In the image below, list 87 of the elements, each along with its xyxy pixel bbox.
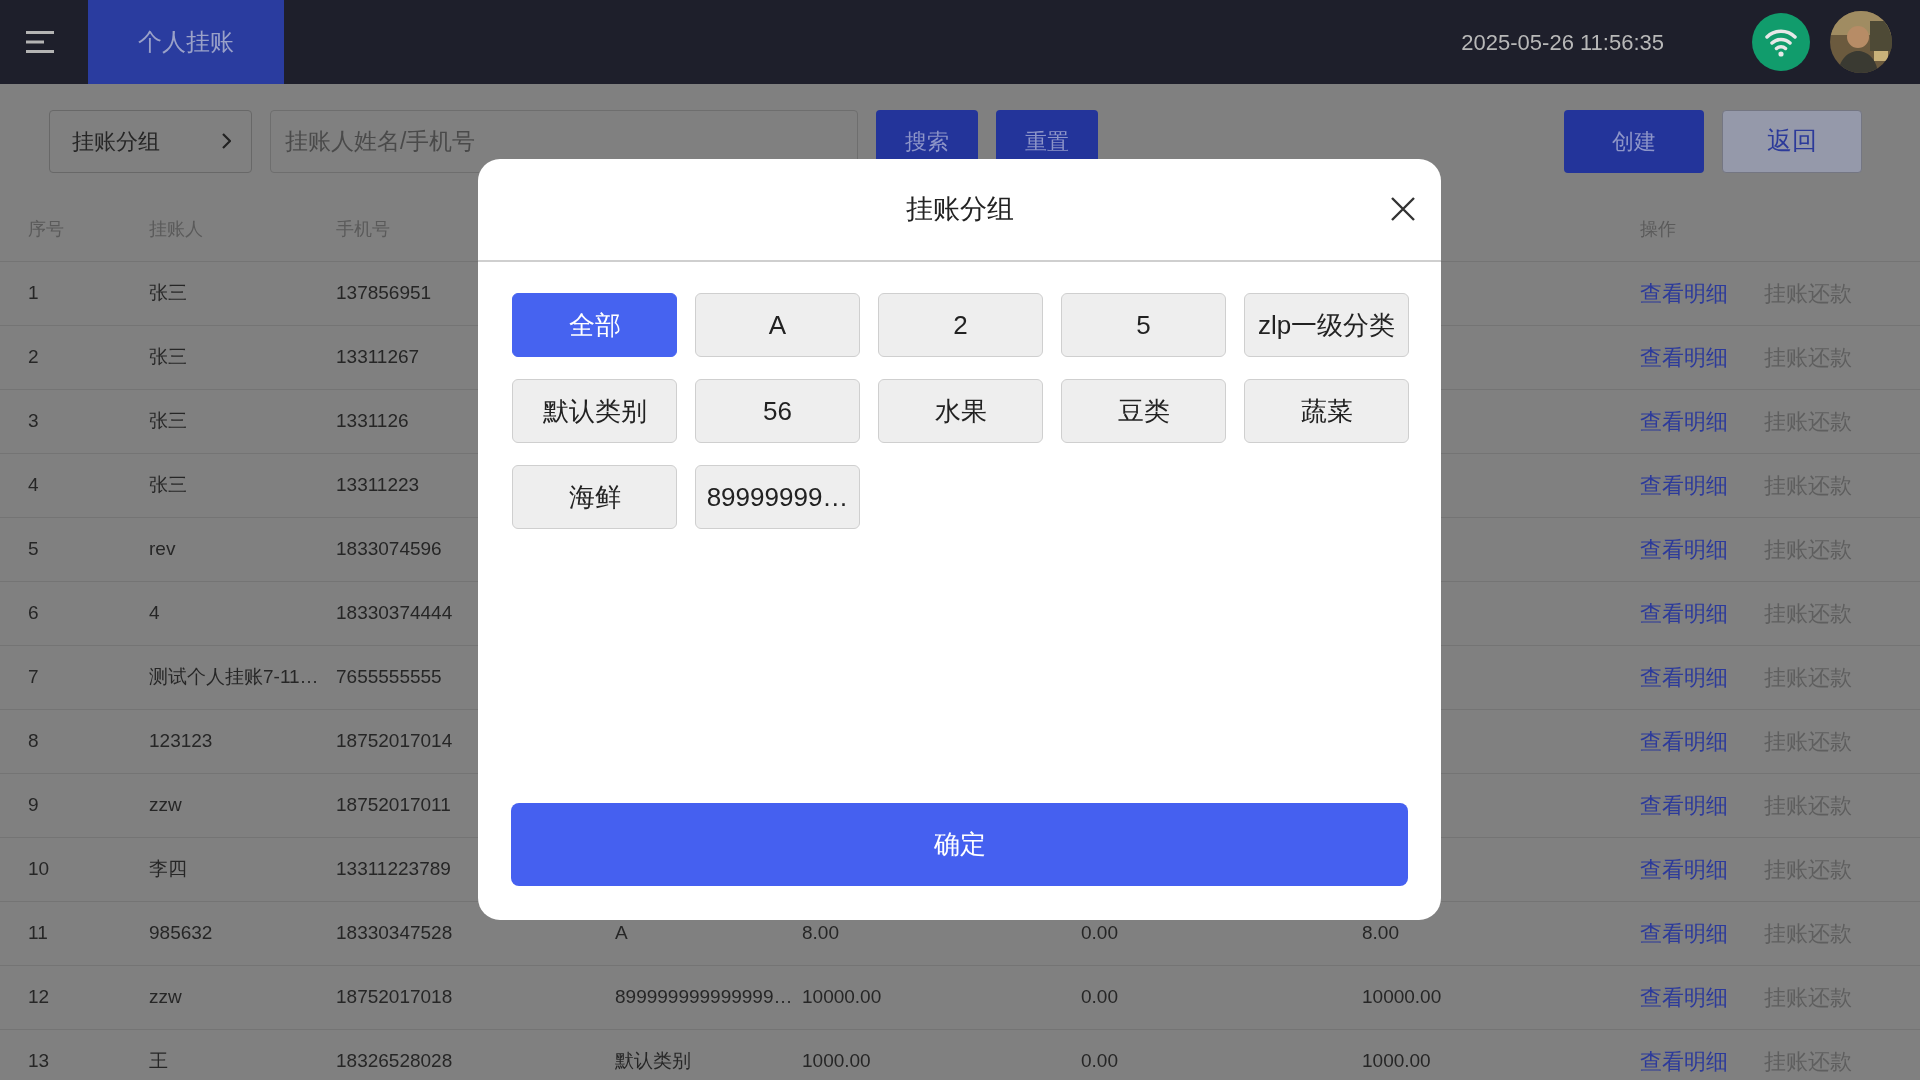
table-cell: 18752017011	[336, 794, 451, 816]
wifi-icon[interactable]	[1752, 13, 1810, 71]
table-cell: rev	[149, 538, 176, 560]
table-cell: 0.00	[1081, 986, 1118, 1008]
table-cell: zzw	[149, 986, 182, 1008]
group-filter-button[interactable]: 挂账分组	[49, 109, 252, 173]
group-option[interactable]: 海鲜	[512, 465, 677, 529]
chevron-right-icon	[221, 133, 231, 149]
confirm-button[interactable]: 确定	[511, 803, 1408, 886]
detail-link[interactable]: 查看明细	[1640, 469, 1728, 502]
group-option[interactable]: 默认类别	[512, 379, 677, 443]
table-cell: 0.00	[1081, 922, 1118, 944]
group-option[interactable]: 全部	[512, 293, 677, 357]
table-cell: 899999999999999…	[615, 986, 793, 1008]
menu-icon[interactable]	[26, 30, 54, 55]
detail-link[interactable]: 查看明细	[1640, 725, 1728, 758]
detail-link[interactable]: 查看明细	[1640, 917, 1728, 950]
table-cell: 18330374444	[336, 602, 453, 624]
table-cell: 1000.00	[802, 1050, 871, 1072]
group-option[interactable]: 5	[1061, 293, 1226, 357]
table-cell: 137856951	[336, 282, 432, 304]
table-cell: 1	[28, 282, 39, 304]
detail-link[interactable]: 查看明细	[1640, 981, 1728, 1014]
table-cell: 18752017014	[336, 730, 453, 752]
table-cell: 18326528028	[336, 1050, 453, 1072]
table-cell: 李四	[149, 858, 187, 880]
table-cell: 13311267	[336, 346, 420, 368]
table-cell: 6	[28, 602, 39, 624]
table-cell: 10000.00	[1362, 986, 1442, 1008]
table-cell: 13311223789	[336, 858, 451, 880]
close-button[interactable]	[1391, 197, 1415, 221]
group-option[interactable]: 豆类	[1061, 379, 1226, 443]
detail-link[interactable]: 查看明细	[1640, 405, 1728, 438]
toolbar-button[interactable]: 创建	[1564, 109, 1704, 173]
detail-link[interactable]: 查看明细	[1640, 853, 1728, 886]
table-cell: A	[615, 922, 628, 944]
table-cell: 1331126	[336, 410, 409, 432]
group-option[interactable]: 蔬菜	[1244, 379, 1409, 443]
detail-link[interactable]: 查看明细	[1640, 597, 1728, 630]
table-cell: 12	[28, 986, 50, 1008]
table-cell: 13	[28, 1050, 50, 1072]
table-cell: 8	[28, 730, 39, 752]
table-cell: 123123	[149, 730, 213, 752]
group-option[interactable]: 56	[695, 379, 860, 443]
table-cell: 王	[149, 1050, 168, 1072]
group-option[interactable]: 2	[878, 293, 1043, 357]
table-cell: 默认类别	[615, 1050, 691, 1072]
table-cell: 张三	[149, 282, 187, 304]
table-cell: 7655555555	[336, 666, 442, 688]
table-cell: 18752017018	[336, 986, 453, 1008]
table-cell: 5	[28, 538, 39, 560]
table-cell: 7	[28, 666, 39, 688]
detail-link[interactable]: 查看明细	[1640, 1045, 1728, 1078]
table-cell: 1000.00	[1362, 1050, 1431, 1072]
table-cell: 3	[28, 410, 39, 432]
group-option[interactable]: 89999999…	[695, 465, 860, 529]
table-cell: 4	[149, 602, 160, 624]
table-cell: 2	[28, 346, 39, 368]
table-cell: 13311223	[336, 474, 420, 496]
table-cell: 张三	[149, 410, 187, 432]
table-cell: 11	[28, 922, 48, 944]
detail-link[interactable]: 查看明细	[1640, 277, 1728, 310]
table-cell: 4	[28, 474, 39, 496]
table-cell: 10000.00	[802, 986, 882, 1008]
table-cell: 9	[28, 794, 39, 816]
table-cell: 测试个人挂账7-11…	[149, 666, 319, 688]
datetime-text: 2025-05-26 11:56:35	[1461, 28, 1664, 57]
table-cell: 张三	[149, 346, 187, 368]
table-cell: zzw	[149, 794, 182, 816]
table-cell: 8.00	[1362, 922, 1399, 944]
page-tab[interactable]: 个人挂账	[88, 0, 284, 84]
group-option[interactable]: 水果	[878, 379, 1043, 443]
table-cell: 985632	[149, 922, 213, 944]
dialog-title: 挂账分组	[905, 193, 1014, 227]
toolbar-button[interactable]: 返回	[1722, 109, 1862, 173]
table-cell: 8.00	[802, 922, 839, 944]
detail-link[interactable]: 查看明细	[1640, 789, 1728, 822]
detail-link[interactable]: 查看明细	[1640, 661, 1728, 694]
group-option[interactable]: zlp一级分类	[1244, 293, 1409, 357]
detail-link[interactable]: 查看明细	[1640, 341, 1728, 374]
group-option[interactable]: A	[695, 293, 860, 357]
table-cell: 张三	[149, 474, 187, 496]
table-cell: 18330347528	[336, 922, 453, 944]
table-cell: 10	[28, 858, 50, 880]
table-cell: 1833074596	[336, 538, 442, 560]
table-cell: 0.00	[1081, 1050, 1118, 1072]
detail-link[interactable]: 查看明细	[1640, 533, 1728, 566]
